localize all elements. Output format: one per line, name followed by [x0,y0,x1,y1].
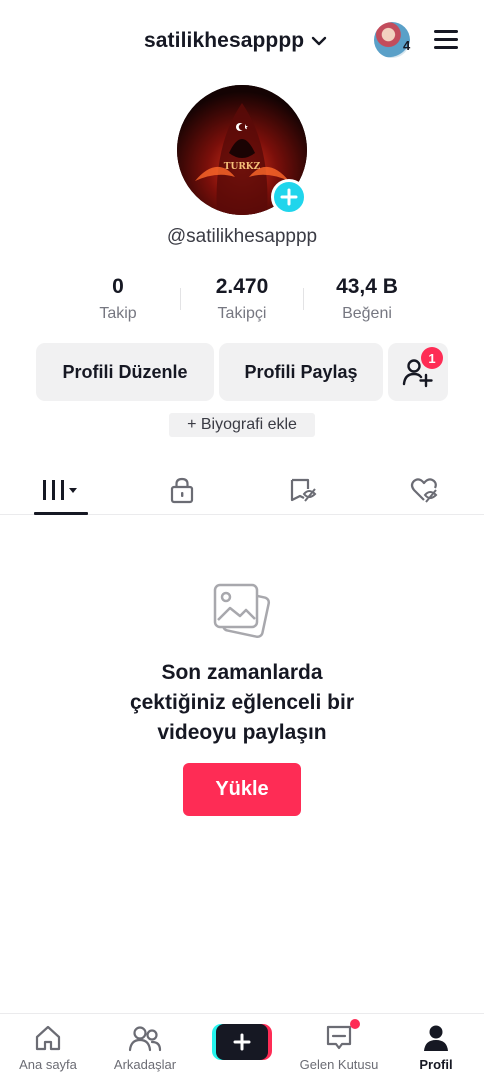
add-friends-button[interactable]: 1 [388,343,448,401]
stat-following[interactable]: 0 Takip [58,272,178,323]
nav-profile[interactable]: Profil [388,1014,484,1080]
nav-friends[interactable]: Arkadaşlar [97,1014,193,1080]
friends-icon [128,1026,162,1052]
stat-followers[interactable]: 2.470 Takipçi [182,272,302,323]
content-tabs [0,465,484,515]
tab-videos[interactable] [0,465,121,515]
share-profile-button[interactable]: Profili Paylaş [219,343,383,401]
edit-profile-button[interactable]: Profili Düzenle [36,343,214,401]
likes-label: Beğeni [342,305,392,322]
tagged-icon [290,478,316,502]
following-count: 0 [112,275,124,298]
top-bar: satilikhesapppp 4 [0,0,484,80]
profile-icon [424,1025,448,1051]
plus-icon [280,188,298,206]
stat-likes[interactable]: 43,4 B Beğeni [307,272,427,323]
plus-icon [233,1033,251,1051]
nav-profile-label: Profil [419,1057,453,1072]
tab-liked[interactable] [363,465,484,515]
inbox-icon [326,1025,352,1050]
account-count: 4 [403,38,411,53]
username: satilikhesapppp [144,29,305,52]
nav-home[interactable]: Ana sayfa [0,1014,96,1080]
home-icon [35,1025,61,1051]
account-switcher[interactable]: satilikhesapppp [144,26,328,56]
lock-icon [170,477,193,504]
profile-handle: @satilikhesapppp [166,226,318,247]
photo-icon [213,583,271,639]
active-tab-indicator [34,512,88,515]
create-button[interactable] [212,1024,272,1060]
notification-dot [350,1019,360,1029]
chevron-down-icon [312,36,327,46]
followers-label: Takipçi [217,305,267,322]
stat-divider [180,288,181,310]
avatar-logo-text: TURKZ [224,162,261,172]
profile-stats: 0 Takip 2.470 Takipçi 43,4 B Beğeni [0,272,484,332]
empty-state-message: Son zamanlarda çektiğiniz eğlenceli bir … [0,658,484,748]
add-photo-button[interactable] [271,179,307,215]
tab-tagged[interactable] [242,465,363,515]
empty-state-text: Son zamanlarda çektiğiniz eğlenceli bir … [129,661,355,744]
nav-inbox[interactable]: Gelen Kutusu [291,1014,387,1080]
nav-home-label: Ana sayfa [19,1057,77,1072]
friend-request-badge: 1 [421,347,443,369]
caret-down-icon [68,488,77,493]
following-label: Takip [99,305,137,322]
liked-icon [410,478,437,503]
grid-icon [42,480,77,500]
bottom-navigation: Ana sayfa Arkadaşlar Gelen Kutusu Profil [0,1013,484,1080]
nav-inbox-label: Gelen Kutusu [299,1057,379,1072]
stat-divider [303,288,304,310]
profile-photo-wrapper: TURKZ [177,85,307,215]
add-bio-button[interactable]: + Biyografi ekle [169,413,315,437]
likes-count: 43,4 B [336,275,398,298]
upload-button[interactable]: Yükle [183,763,301,816]
nav-friends-label: Arkadaşlar [113,1057,177,1072]
menu-icon[interactable] [431,28,461,52]
tab-private[interactable] [121,465,242,515]
followers-count: 2.470 [215,275,269,298]
